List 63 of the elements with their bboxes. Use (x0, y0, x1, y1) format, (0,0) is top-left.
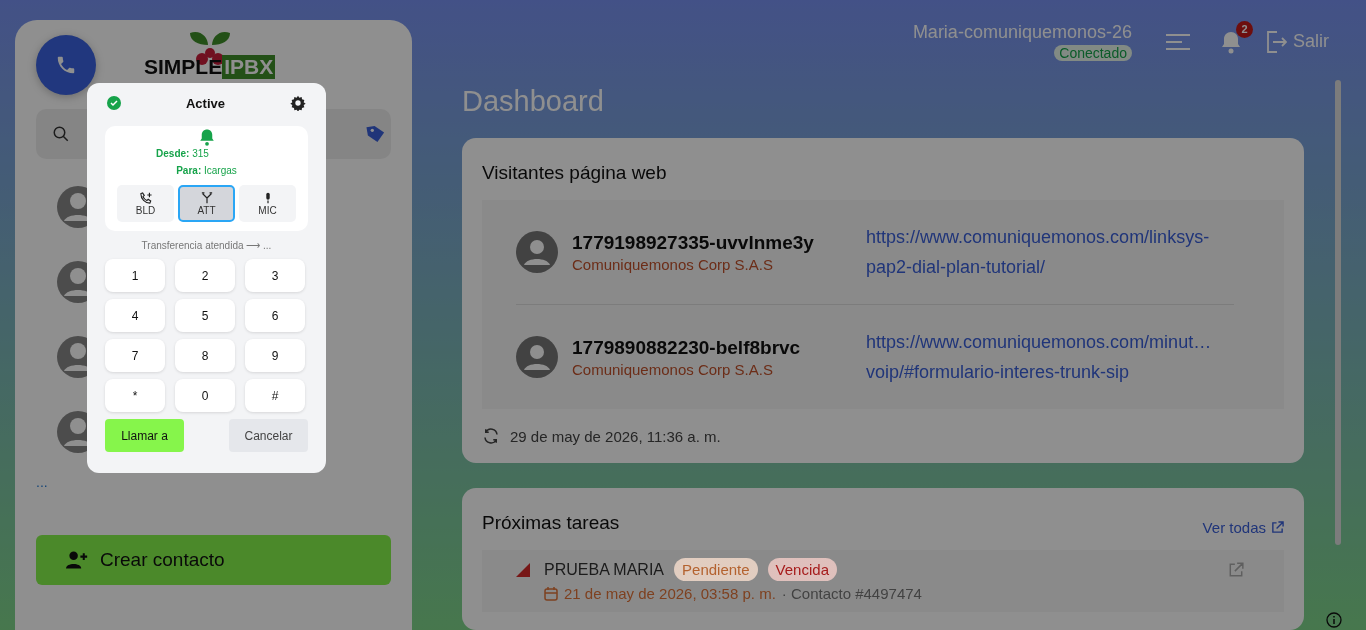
avatar-icon (516, 231, 558, 273)
transfer-hint: Transferencia atendida ⟶ ... (140, 240, 273, 251)
task-name: PRUEBA MARIA (544, 560, 665, 579)
company-name: Comuniquemonos Corp S.A.S (572, 255, 774, 273)
menu-icon[interactable] (1166, 32, 1190, 51)
priority-icon (516, 563, 530, 577)
create-contact-button[interactable]: Crear contacto (36, 535, 391, 585)
status-tag: Vencida (767, 558, 837, 581)
call-action-button[interactable]: MIC (239, 185, 296, 222)
keypad-key[interactable]: 6 (245, 299, 305, 332)
keypad-key[interactable]: 9 (245, 339, 305, 372)
split-arrow-icon (200, 191, 213, 204)
status-tag: Pendiente (674, 558, 758, 581)
more-indicator: ... (36, 474, 49, 490)
external-link-icon (1271, 520, 1284, 534)
user-name: Maria-comuniquemonos-26 (912, 22, 1132, 43)
call-button[interactable]: Llamar a (105, 419, 184, 452)
company-name: Comuniquemonos Corp S.A.S (572, 360, 774, 378)
task-contact: · Contacto #4497474 (781, 585, 922, 602)
cancel-button[interactable]: Cancelar (229, 419, 308, 452)
check-icon (107, 96, 121, 110)
keypad-key[interactable]: 8 (175, 339, 235, 372)
refresh-icon[interactable] (482, 427, 500, 445)
keypad-key[interactable]: 3 (245, 259, 305, 292)
keypad-key[interactable]: # (245, 379, 305, 412)
bell-icon (197, 128, 216, 146)
bell-icon (1220, 29, 1242, 54)
notifications-button[interactable]: 2 (1220, 20, 1253, 54)
keypad-key[interactable]: * (105, 379, 165, 412)
card-title: Próximas tareas (482, 512, 620, 534)
phone-button[interactable] (36, 35, 96, 95)
keypad-key[interactable]: 2 (175, 259, 235, 292)
card-title: Visitantes página web (482, 162, 668, 184)
view-all-link[interactable]: Ver todas (1202, 518, 1284, 536)
phone-icon (55, 54, 77, 76)
info-icon[interactable] (1326, 612, 1342, 628)
page-title: Dashboard (462, 85, 605, 118)
keypad-key[interactable]: 1 (105, 259, 165, 292)
call-action-button[interactable]: ATT (178, 185, 235, 222)
add-user-icon (66, 550, 88, 570)
calendar-icon (544, 586, 558, 601)
visitor-id: 1779890882230-belf8brvc (572, 336, 802, 359)
settings-icon[interactable] (290, 95, 306, 111)
updated-time: 29 de may de 2026, 11:36 a. m. (510, 427, 721, 445)
visitor-id: 1779198927335-uvvlnme3y (572, 231, 815, 254)
logout-icon (1265, 29, 1287, 54)
call-action-button[interactable]: BLD (117, 185, 174, 222)
keypad-key[interactable]: 4 (105, 299, 165, 332)
keypad-key[interactable]: 0 (175, 379, 235, 412)
caller-to: Para: Icargas (176, 165, 237, 176)
phone-plus-icon (139, 191, 152, 204)
search-icon (52, 125, 70, 143)
tag-icon[interactable] (365, 123, 387, 145)
avatar-icon (516, 336, 558, 378)
task-date: 21 de may de 2026, 03:58 p. m. (564, 585, 776, 602)
status-badge: Conectado (1054, 45, 1132, 61)
keypad-key[interactable]: 7 (105, 339, 165, 372)
keypad-key[interactable]: 5 (175, 299, 235, 332)
caller-from: Desde: 315 (156, 148, 209, 159)
notification-count: 2 (1236, 20, 1253, 38)
call-status: Active (186, 95, 225, 111)
logo: SIMPLEIPBX (144, 29, 276, 79)
scrollbar[interactable] (1335, 80, 1341, 545)
